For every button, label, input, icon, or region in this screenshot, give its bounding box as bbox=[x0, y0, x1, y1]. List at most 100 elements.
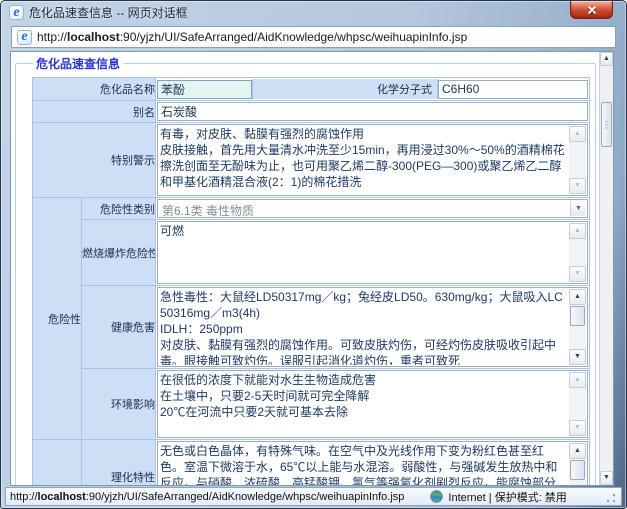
scrollbar-thumb[interactable] bbox=[570, 460, 585, 480]
physchem-label: 理化特性 bbox=[82, 440, 156, 486]
address-bar-row: e http://localhost:90/yjzh/UI/SafeArrang… bbox=[1, 24, 626, 51]
zone-text: Internet | 保护模式: 禁用 bbox=[448, 489, 566, 505]
scrollbar-thumb[interactable] bbox=[570, 306, 585, 326]
chevron-down-icon: ▼ bbox=[571, 201, 586, 216]
scroll-down-button[interactable]: ▼ bbox=[569, 349, 586, 365]
ie-icon-glyph: e bbox=[13, 6, 19, 20]
globe-icon bbox=[430, 490, 443, 503]
fire-explosion-textarea[interactable]: 可燃 ▲ ▼ bbox=[157, 221, 588, 284]
url-path: :90/yjzh/UI/SafeArranged/AidKnowledge/wh… bbox=[120, 30, 468, 44]
hazard-class-value: 第6.1类 毒性物质 bbox=[162, 202, 254, 219]
dropdown-arrow-button[interactable]: ▼ bbox=[570, 201, 586, 216]
fire-explosion-scrollbar[interactable]: ▲ ▼ bbox=[569, 223, 586, 282]
scroll-up-button[interactable]: ▲ bbox=[569, 289, 586, 305]
environment-textarea[interactable]: 在很低的浓度下就能对水生生物造成危害 在土壤中，只要2-5天时间就可完全降解 2… bbox=[157, 370, 588, 438]
address-url: http://localhost:90/yjzh/UI/SafeArranged… bbox=[37, 30, 467, 44]
environment-text: 在很低的浓度下就能对水生生物造成危害 在土壤中，只要2-5天时间就可完全降解 2… bbox=[160, 372, 567, 436]
hazard-class-label: 危险性类别 bbox=[82, 198, 156, 220]
physchem-group-cell bbox=[33, 440, 82, 486]
hazard-class-select[interactable]: 第6.1类 毒性物质 ▼ bbox=[157, 199, 588, 218]
health-hazard-scrollbar[interactable]: ▲ ▼ bbox=[569, 289, 586, 365]
fire-explosion-cell: 可燃 ▲ ▼ bbox=[156, 220, 590, 286]
row-alias: 别名 bbox=[33, 101, 590, 123]
status-bar: http://localhost:90/yjzh/UI/SafeArranged… bbox=[5, 487, 622, 506]
health-hazard-cell: 急性毒性：大鼠经LD50317mg／kg；兔经皮LD50。630mg/kg；大鼠… bbox=[156, 286, 590, 369]
scroll-up-button[interactable]: ▲ bbox=[569, 126, 586, 142]
page-content: 危化品速查信息 危化品名称 化学分子式 bbox=[11, 52, 599, 485]
health-hazard-label: 健康危害 bbox=[82, 286, 156, 369]
special-warning-label: 特别警示 bbox=[33, 123, 156, 198]
scroll-down-icon: ▼ bbox=[601, 472, 612, 484]
physchem-scrollbar[interactable]: ▲ ▼ bbox=[569, 443, 586, 485]
close-icon bbox=[587, 5, 597, 15]
url-host: localhost bbox=[67, 30, 120, 44]
scroll-up-button[interactable]: ▲ bbox=[569, 372, 586, 388]
fire-explosion-label: 燃烧爆炸危险性 bbox=[82, 220, 156, 286]
close-button[interactable] bbox=[570, 1, 613, 19]
scroll-up-icon: ▲ bbox=[570, 127, 585, 141]
scroll-up-icon: ▲ bbox=[601, 53, 612, 65]
physchem-textarea[interactable]: 无色或白色晶体，有特殊气味。在空气中及光线作用下变为粉红色甚至红色。室温下微溶于… bbox=[157, 441, 588, 485]
formula-label: 化学分子式 bbox=[252, 79, 438, 99]
scroll-down-button[interactable]: ▼ bbox=[569, 178, 586, 194]
title-bar: e 危化品速查信息 -- 网页对话框 bbox=[1, 1, 626, 24]
health-hazard-textarea[interactable]: 急性毒性：大鼠经LD50317mg／kg；兔经皮LD50。630mg/kg；大鼠… bbox=[157, 287, 588, 367]
status-url: http://localhost:90/yjzh/UI/SafeArranged… bbox=[10, 491, 404, 503]
page-scroll-up-button[interactable]: ▲ bbox=[600, 52, 613, 66]
special-warning-cell: 有毒，对皮肤、黏膜有强烈的腐蚀作用 皮肤接触，首先用大量清水冲洗至少15min，… bbox=[156, 123, 590, 198]
chemical-name-label: 危化品名称 bbox=[33, 78, 156, 101]
scroll-up-icon: ▲ bbox=[570, 373, 585, 387]
health-hazard-text: 急性毒性：大鼠经LD50317mg／kg；兔经皮LD50。630mg/kg；大鼠… bbox=[160, 289, 567, 365]
alias-input[interactable] bbox=[157, 102, 588, 121]
scroll-down-icon: ▼ bbox=[570, 179, 585, 193]
page-ie-icon: e bbox=[17, 30, 32, 45]
physchem-cell: 无色或白色晶体，有特殊气味。在空气中及光线作用下变为粉红色甚至红色。室温下微溶于… bbox=[156, 440, 590, 486]
row-health-hazard: 健康危害 急性毒性：大鼠经LD50317mg／kg；兔经皮LD50。630mg/… bbox=[33, 286, 590, 369]
environment-cell: 在很低的浓度下就能对水生生物造成危害 在土壤中，只要2-5天时间就可完全降解 2… bbox=[156, 369, 590, 440]
row-chemical-name: 危化品名称 化学分子式 bbox=[33, 78, 590, 101]
scroll-up-button[interactable]: ▲ bbox=[569, 223, 586, 239]
dialog-window: e 危化品速查信息 -- 网页对话框 e http://localhost:90… bbox=[0, 0, 627, 509]
resize-grip[interactable] bbox=[605, 492, 617, 504]
url-protocol: http:// bbox=[37, 30, 67, 44]
page-scroll-down-button[interactable]: ▼ bbox=[600, 471, 613, 485]
page-scrollbar-thumb[interactable] bbox=[601, 102, 612, 147]
chemical-name-cell: 化学分子式 bbox=[156, 78, 590, 101]
section-title: 危化品速查信息 bbox=[33, 55, 123, 72]
physchem-text: 无色或白色晶体，有特殊气味。在空气中及光线作用下变为粉红色甚至红色。室温下微溶于… bbox=[160, 443, 567, 485]
row-hazard-class: 危险性 危险性类别 第6.1类 毒性物质 ▼ bbox=[33, 198, 590, 220]
scroll-down-button[interactable]: ▼ bbox=[569, 420, 586, 436]
fire-explosion-text: 可燃 bbox=[160, 223, 567, 282]
status-url-protocol: http:// bbox=[10, 491, 38, 503]
status-url-path: :90/yjzh/UI/SafeArranged/AidKnowledge/wh… bbox=[86, 491, 405, 503]
window-title: 危化品速查信息 -- 网页对话框 bbox=[29, 4, 188, 21]
row-environment: 环境影响 在很低的浓度下就能对水生生物造成危害 在土壤中，只要2-5天时间就可完… bbox=[33, 369, 590, 440]
page-scrollbar[interactable]: ▲ ▼ bbox=[599, 52, 613, 485]
row-physchem: 理化特性 无色或白色晶体，有特殊气味。在空气中及光线作用下变为粉红色甚至红色。室… bbox=[33, 440, 590, 486]
address-bar[interactable]: e http://localhost:90/yjzh/UI/SafeArrang… bbox=[11, 26, 616, 48]
environment-scrollbar[interactable]: ▲ ▼ bbox=[569, 372, 586, 436]
page-ie-icon-glyph: e bbox=[21, 30, 27, 44]
environment-label: 环境影响 bbox=[82, 369, 156, 440]
alias-label: 别名 bbox=[33, 101, 156, 123]
row-special-warning: 特别警示 有毒，对皮肤、黏膜有强烈的腐蚀作用 皮肤接触，首先用大量清水冲洗至少1… bbox=[33, 123, 590, 198]
special-warning-text: 有毒，对皮肤、黏膜有强烈的腐蚀作用 皮肤接触，首先用大量清水冲洗至少15min，… bbox=[160, 126, 567, 194]
scroll-down-icon: ▼ bbox=[570, 267, 585, 281]
ie-icon: e bbox=[9, 5, 24, 20]
special-warning-textarea[interactable]: 有毒，对皮肤、黏膜有强烈的腐蚀作用 皮肤接触，首先用大量清水冲洗至少15min，… bbox=[157, 124, 588, 196]
status-url-host: localhost bbox=[38, 491, 86, 503]
scroll-down-icon: ▼ bbox=[570, 350, 585, 364]
alias-cell bbox=[156, 101, 590, 123]
info-fieldset: 危化品速查信息 危化品名称 化学分子式 bbox=[15, 55, 596, 485]
scroll-up-icon: ▲ bbox=[570, 224, 585, 238]
scroll-down-button[interactable]: ▼ bbox=[569, 266, 586, 282]
formula-input[interactable] bbox=[438, 80, 588, 99]
chemical-name-input[interactable] bbox=[157, 80, 252, 99]
hazard-group-label: 危险性 bbox=[33, 198, 82, 440]
special-warning-scrollbar[interactable]: ▲ ▼ bbox=[569, 126, 586, 194]
thumb-grip-icon bbox=[605, 121, 608, 128]
scroll-up-button[interactable]: ▲ bbox=[569, 443, 586, 459]
scroll-up-icon: ▲ bbox=[570, 290, 585, 304]
row-fire-explosion: 燃烧爆炸危险性 可燃 ▲ ▼ bbox=[33, 220, 590, 286]
dialog-content: 危化品速查信息 危化品名称 化学分子式 bbox=[10, 51, 614, 486]
